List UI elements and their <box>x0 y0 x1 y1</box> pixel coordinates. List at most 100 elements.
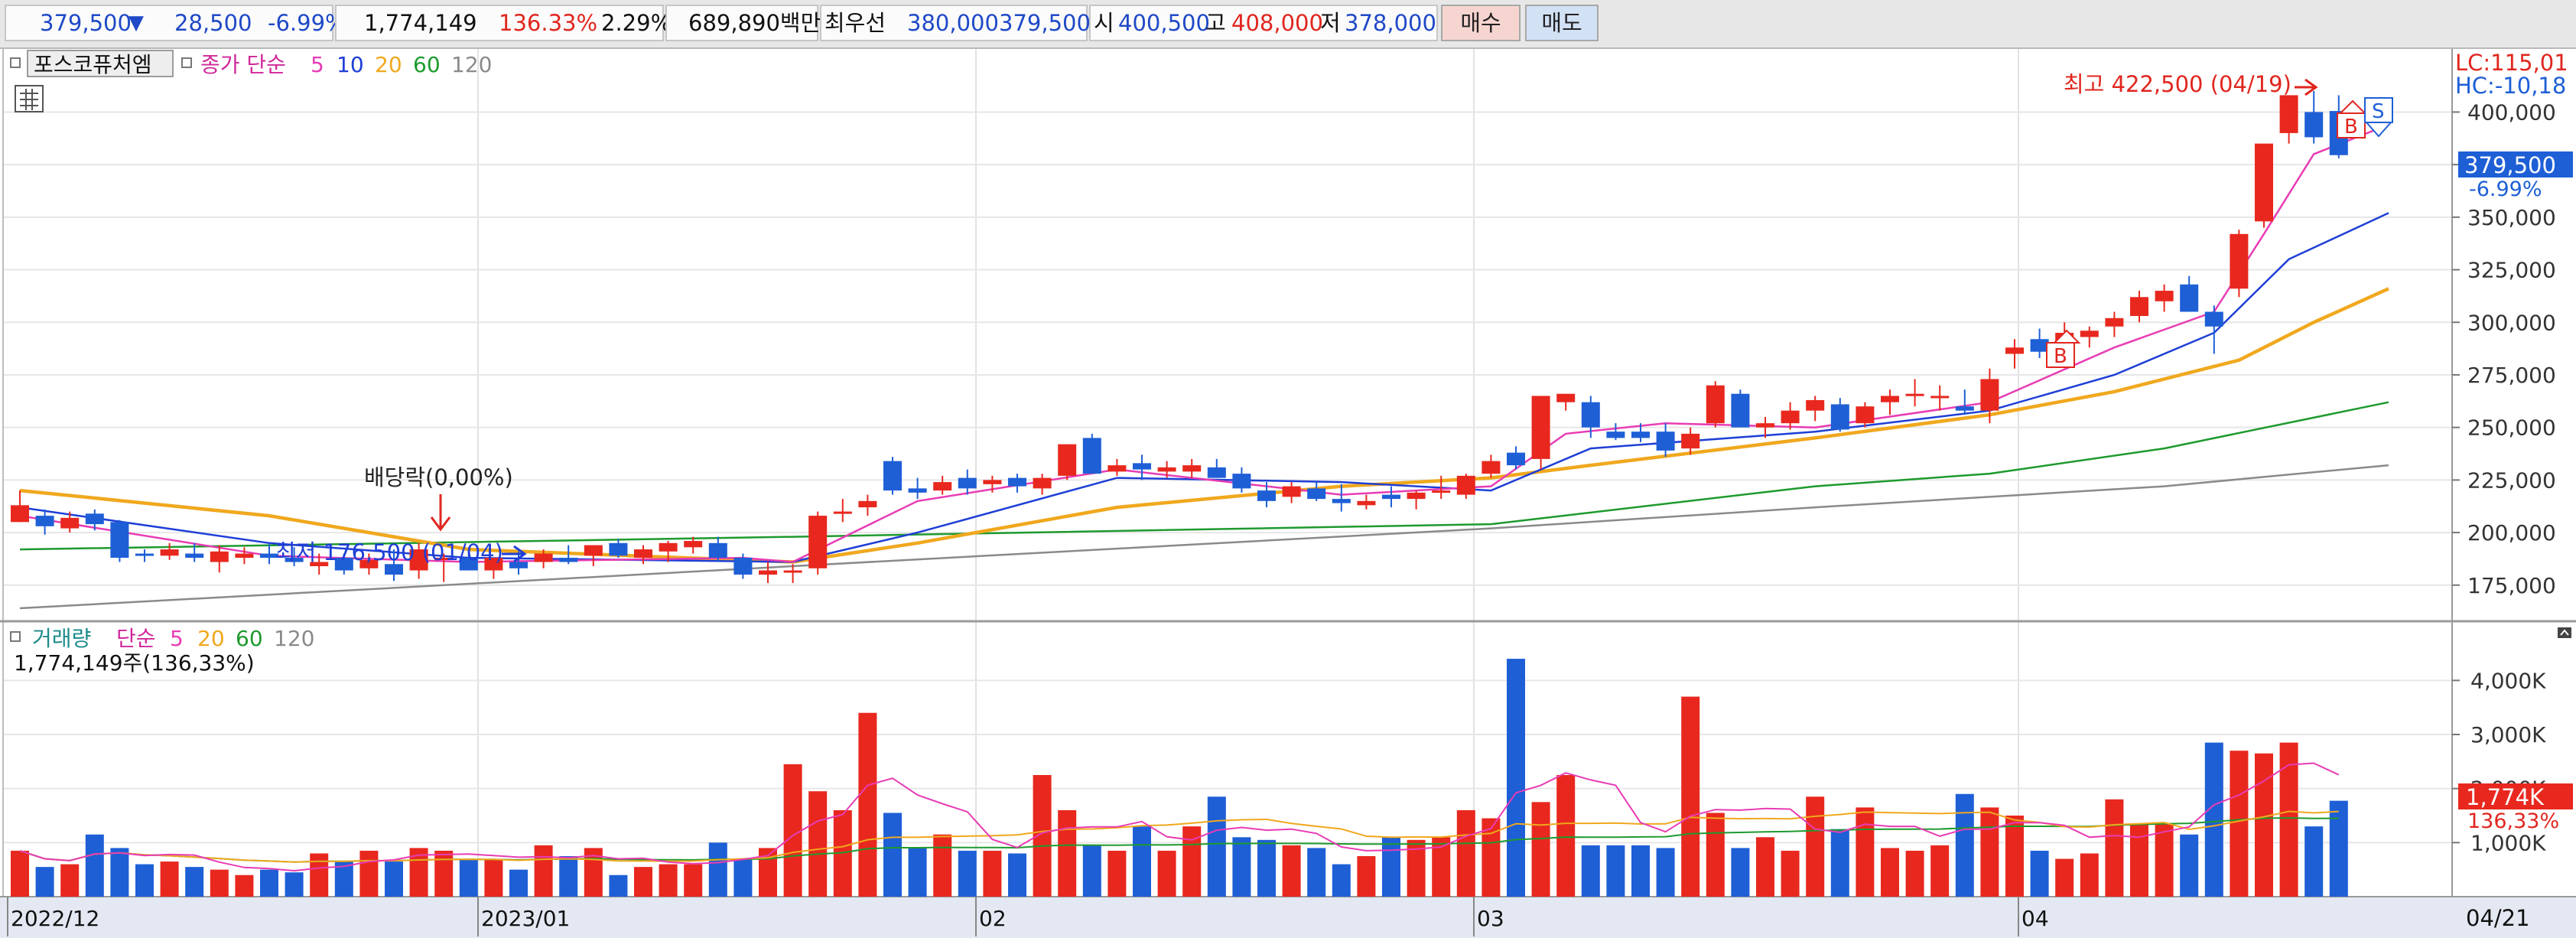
volume-tick-label: 1,000K <box>2470 830 2546 855</box>
volume-bar <box>1631 845 1650 897</box>
volume-bar <box>1980 807 1999 897</box>
sell-signal-letter: S <box>2372 100 2385 123</box>
volume-bar <box>2105 799 2124 897</box>
stock-chart[interactable]: 400,000375,000350,000325,000300,000275,0… <box>0 49 2576 938</box>
candle-body <box>1881 396 1899 402</box>
dividend-annotation: 배당락(0,00%) <box>364 464 513 490</box>
price-tick-label: 400,000 <box>2467 99 2556 125</box>
volume-bar <box>933 834 952 897</box>
vol-ma-legend-60: 60 <box>236 626 263 651</box>
buy-button[interactable]: 매수 <box>1441 5 1521 41</box>
volume-tick-label: 3,000K <box>2470 722 2546 747</box>
volume-bar <box>434 850 454 897</box>
volume-bar <box>1456 809 1475 897</box>
volume-bar <box>2130 823 2148 897</box>
candle-body <box>110 522 129 559</box>
candle-body <box>1806 399 1825 411</box>
volume-bar <box>359 850 379 897</box>
volume-bar <box>1082 845 1101 897</box>
volume-bar <box>1806 796 1825 897</box>
current-price: 379,500 <box>40 10 132 36</box>
candle-body <box>1257 490 1276 501</box>
open-label: 시 <box>1094 10 1114 36</box>
volume-bar <box>2080 853 2099 897</box>
candle-body <box>609 542 628 556</box>
trade-value-cell: 689,890백만 <box>665 5 821 41</box>
date-tick-label: 2023/01 <box>481 906 570 931</box>
volume-bar <box>2204 742 2223 897</box>
buy-signal-letter: B <box>2054 345 2067 368</box>
volume-bar <box>135 864 154 897</box>
candle-body <box>2080 331 2099 337</box>
volume-bar <box>11 850 29 897</box>
volume-bar <box>1232 837 1251 897</box>
candle-body <box>659 542 678 552</box>
volume-bar <box>2155 823 2174 897</box>
candle-body <box>1282 486 1301 497</box>
candle-body <box>2304 112 2324 138</box>
candle-body <box>1581 402 1600 428</box>
hc-label: HC:-10,18 <box>2455 73 2566 99</box>
candle-body <box>1980 379 1999 411</box>
volume-bar <box>983 850 1002 897</box>
volume-bar <box>2005 816 2024 897</box>
sell-button[interactable]: 매도 <box>1525 5 1599 41</box>
candle-body <box>1731 393 1750 428</box>
candle-body <box>160 549 179 556</box>
candle-body <box>534 553 553 562</box>
candle-body <box>2230 233 2249 289</box>
volume-bar <box>559 856 578 897</box>
volume-bar <box>185 867 204 897</box>
vol-ma-legend-120: 120 <box>274 626 314 651</box>
volume-bar <box>1282 845 1301 897</box>
price-tick-label: 250,000 <box>2467 415 2556 441</box>
volume-bar <box>2279 742 2298 897</box>
candle-body <box>634 549 652 559</box>
volume-bar <box>1257 839 1276 897</box>
candle-body <box>933 482 952 491</box>
volume-bar <box>2180 834 2199 897</box>
buy-signal-letter: B <box>2344 116 2358 138</box>
volume-bar <box>1207 796 1226 897</box>
volume-bar <box>1856 807 1875 897</box>
candle-body <box>2130 297 2148 317</box>
volume-bar <box>1606 845 1625 897</box>
candle-body <box>1157 467 1176 472</box>
volume-bar <box>1307 848 1326 897</box>
volume-bar <box>285 872 304 897</box>
best-quote-cell: 최우선 380,000 379,500 <box>820 5 1091 41</box>
best-bid-price: 379,500 <box>999 10 1091 36</box>
volume-bar <box>1656 848 1675 897</box>
candle-body <box>2155 291 2174 301</box>
candle-body <box>2255 143 2273 222</box>
price-tick-label: 325,000 <box>2467 258 2556 283</box>
volume-bar <box>808 791 828 897</box>
current-volume-pct-text: 136,33% <box>2467 809 2559 833</box>
candle-body <box>1058 444 1077 476</box>
vol-ma-legend-20: 20 <box>197 626 225 651</box>
stock-name: 포스코퓨처엠 <box>34 52 152 77</box>
low-label: 저 <box>1320 10 1341 36</box>
candle-body <box>1033 477 1052 489</box>
volume-bar <box>958 850 977 897</box>
candle-body <box>783 570 802 573</box>
price-tick-label: 175,000 <box>2467 573 2556 598</box>
date-tick-label: 2022/12 <box>11 906 99 931</box>
volume-bar <box>1881 848 1899 897</box>
candle-body <box>60 517 80 529</box>
volume-bar <box>459 858 478 897</box>
candle-body <box>1606 432 1625 438</box>
volume-bar <box>1107 850 1127 897</box>
panel-collapse-icon[interactable] <box>2558 627 2571 638</box>
candle-body <box>559 558 578 562</box>
volume-bar <box>1581 845 1600 897</box>
candle-body <box>509 562 528 568</box>
volume-value: 1,774,149 <box>364 10 477 36</box>
volume-bar <box>1556 775 1576 897</box>
volume-bar <box>659 864 678 897</box>
candle-body <box>1631 432 1650 438</box>
candle-body <box>1082 438 1101 474</box>
volume-series-label: 단순 <box>116 626 156 651</box>
candle-body <box>185 553 204 559</box>
volume-bar <box>1905 850 1924 897</box>
